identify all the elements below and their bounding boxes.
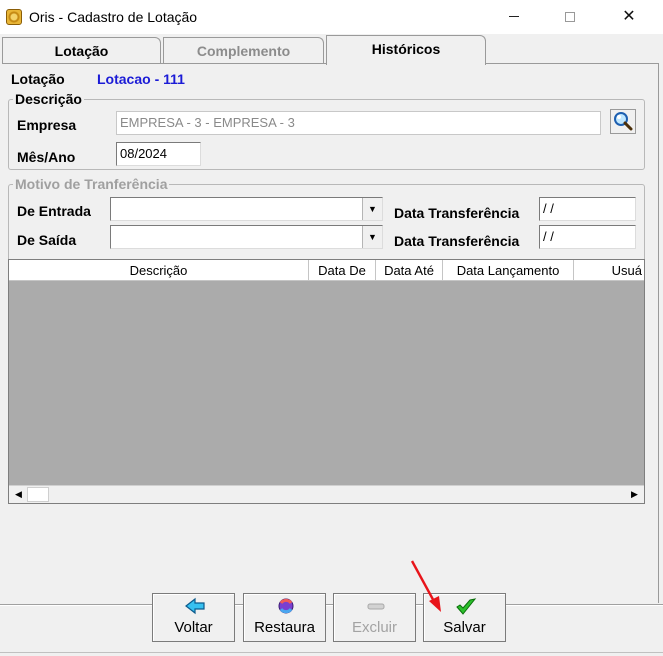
- restore-icon: [278, 598, 294, 614]
- data-transferencia-entrada-label: Data Transferência: [394, 205, 520, 221]
- historico-grid[interactable]: Descrição Data De Data Até Data Lançamen…: [8, 259, 645, 504]
- salvar-label: Salvar: [443, 619, 486, 636]
- data-transferencia-saida-field[interactable]: / /: [539, 225, 636, 249]
- empresa-lookup-button[interactable]: [610, 109, 636, 134]
- window-title: Oris - Cadastro de Lotação: [29, 9, 198, 25]
- empresa-label: Empresa: [17, 117, 77, 133]
- excluir-button[interactable]: Excluir: [333, 593, 416, 642]
- lotacao-value: Lotacao - 111: [97, 71, 185, 87]
- lotacao-label: Lotação: [11, 71, 65, 87]
- scroll-thumb[interactable]: [27, 487, 49, 502]
- column-header-usuario[interactable]: Usuá: [574, 260, 644, 281]
- back-arrow-icon: [185, 597, 205, 615]
- maximize-icon: [565, 11, 575, 22]
- maximize-button[interactable]: [547, 0, 593, 34]
- grid-header: Descrição Data De Data Até Data Lançamen…: [9, 260, 644, 281]
- chevron-down-icon[interactable]: ▼: [362, 226, 382, 248]
- search-icon: [614, 112, 633, 131]
- column-header-descricao[interactable]: Descrição: [9, 260, 309, 281]
- data-transferencia-saida-label: Data Transferência: [394, 233, 520, 249]
- annotation-arrow-icon: [410, 560, 441, 612]
- saida-combo[interactable]: ▼: [110, 225, 383, 249]
- minimize-button[interactable]: [491, 0, 537, 34]
- scroll-right-icon[interactable]: ▶: [626, 487, 643, 502]
- checkmark-icon: [456, 598, 477, 615]
- empresa-field[interactable]: EMPRESA - 3 - EMPRESA - 3: [116, 111, 601, 135]
- column-header-data-de[interactable]: Data De: [309, 260, 376, 281]
- app-icon: [6, 9, 22, 25]
- tab-historicos[interactable]: Históricos: [326, 35, 486, 65]
- mes-ano-label: Mês/Ano: [17, 149, 76, 165]
- voltar-label: Voltar: [174, 619, 213, 636]
- minimize-icon: [509, 16, 519, 18]
- form-client-area: Lotação Complemento Históricos Lotação L…: [0, 34, 663, 656]
- horizontal-scrollbar[interactable]: ◀ ▶: [9, 485, 644, 503]
- title-bar: Oris - Cadastro de Lotação ✕: [0, 0, 663, 34]
- tab-complemento[interactable]: Complemento: [163, 37, 324, 64]
- entrada-label: De Entrada: [17, 203, 91, 219]
- saida-label: De Saída: [17, 232, 77, 248]
- scroll-left-icon[interactable]: ◀: [10, 487, 27, 502]
- status-bar: [0, 652, 663, 656]
- motivo-legend: Motivo de Tranferência: [15, 176, 168, 192]
- data-transferencia-entrada-field[interactable]: / /: [539, 197, 636, 221]
- delete-icon: [367, 603, 385, 610]
- mes-ano-field[interactable]: 08/2024: [116, 142, 201, 166]
- column-header-data-ate[interactable]: Data Até: [376, 260, 443, 281]
- chevron-down-icon[interactable]: ▼: [362, 198, 382, 220]
- restaura-label: Restaura: [254, 619, 315, 636]
- bottom-separator: [0, 604, 663, 606]
- entrada-combo[interactable]: ▼: [110, 197, 383, 221]
- close-button[interactable]: ✕: [606, 0, 652, 34]
- column-header-data-lancamento[interactable]: Data Lançamento: [443, 260, 574, 281]
- restaura-button[interactable]: Restaura: [243, 593, 326, 642]
- tab-lotacao[interactable]: Lotação: [2, 37, 161, 64]
- descricao-legend: Descrição: [15, 91, 82, 107]
- excluir-label: Excluir: [351, 619, 397, 636]
- voltar-button[interactable]: Voltar: [152, 593, 235, 642]
